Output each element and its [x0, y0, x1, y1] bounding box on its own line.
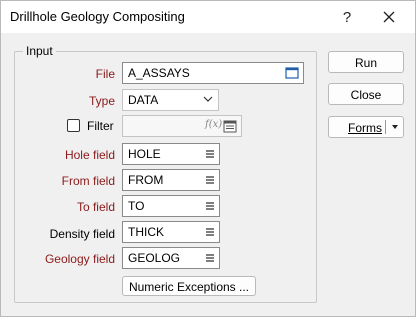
list-icon[interactable] [205, 175, 215, 185]
file-input[interactable]: A_ASSAYS [122, 62, 304, 84]
forms-dropdown-icon[interactable] [390, 120, 400, 134]
numeric-exceptions-button[interactable]: Numeric Exceptions ... [122, 276, 256, 296]
list-icon[interactable] [205, 227, 215, 237]
dialog-window: Drillhole Geology Compositing ? Input Fi… [0, 0, 416, 317]
from-field-input[interactable]: FROM [122, 169, 220, 191]
forms-button[interactable]: Forms [328, 116, 404, 138]
density-field-value: THICK [128, 225, 164, 239]
close-button[interactable]: Close [328, 83, 404, 105]
type-label: Type [88, 94, 115, 108]
to-field-value: TO [128, 199, 145, 213]
close-icon [383, 11, 395, 23]
filter-list-icon[interactable] [223, 120, 237, 133]
fx-icon[interactable]: f(x) [205, 119, 222, 130]
list-icon[interactable] [205, 253, 215, 263]
window-title: Drillhole Geology Compositing [10, 9, 185, 24]
run-button[interactable]: Run [328, 51, 404, 73]
geology-field-value: GEOLOG [128, 251, 181, 265]
input-group-label: Input [23, 44, 56, 58]
title-bar: Drillhole Geology Compositing ? [1, 1, 415, 33]
filter-input[interactable]: f(x) [122, 115, 242, 137]
density-field-label: Density field [49, 227, 115, 241]
geology-field-label: Geology field [44, 252, 115, 266]
chevron-down-icon [203, 96, 213, 102]
type-value: DATA [128, 93, 159, 107]
file-browse-icon[interactable] [285, 66, 299, 80]
filter-label: Filter [87, 119, 114, 133]
filter-checkbox[interactable] [67, 119, 80, 132]
list-icon[interactable] [205, 149, 215, 159]
from-field-label: From field [61, 174, 115, 188]
geology-field-input[interactable]: GEOLOG [122, 247, 220, 269]
list-icon[interactable] [205, 201, 215, 211]
type-select[interactable]: DATA [122, 89, 219, 111]
density-field-input[interactable]: THICK [122, 221, 220, 243]
hole-field-value: HOLE [128, 147, 161, 161]
from-field-value: FROM [128, 173, 164, 187]
forms-label: Forms [348, 121, 382, 135]
hole-field-label: Hole field [64, 148, 115, 162]
close-window-button[interactable] [369, 1, 409, 33]
file-value: A_ASSAYS [128, 66, 190, 80]
to-field-label: To field [76, 200, 115, 214]
to-field-input[interactable]: TO [122, 195, 220, 217]
file-label: File [95, 67, 115, 81]
help-button[interactable]: ? [327, 1, 367, 33]
forms-separator [385, 120, 386, 134]
hole-field-input[interactable]: HOLE [122, 143, 220, 165]
